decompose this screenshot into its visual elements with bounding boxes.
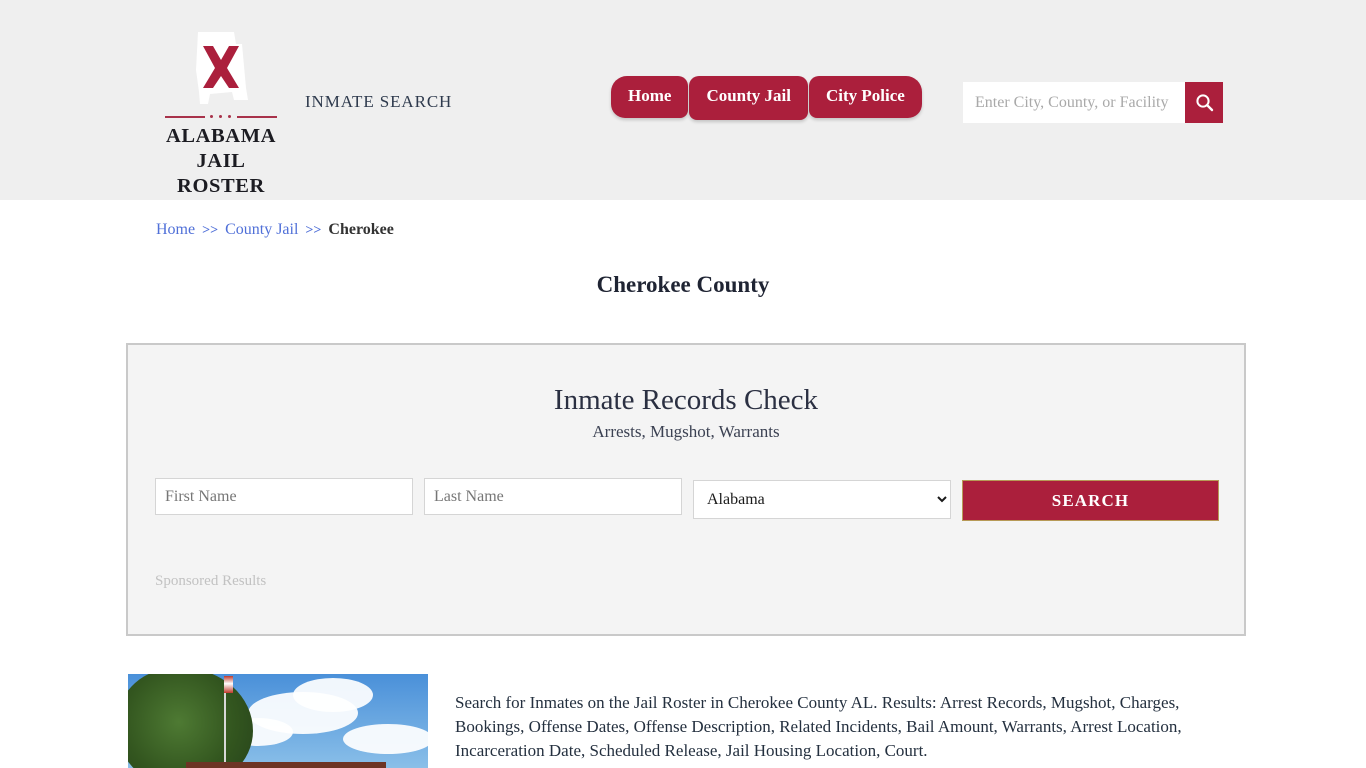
brick-building [186,762,386,768]
breadcrumb-separator-1: >> [202,223,219,238]
page-content: Home >> County Jail >> Cherokee Cherokee Cou… [123,200,1246,768]
breadcrumb-current: Cherokee [328,221,394,238]
breadcrumb: Home >> County Jail >> Cherokee [123,200,1243,239]
state-select[interactable]: Alabama [693,480,951,519]
first-name-input[interactable] [155,478,413,515]
panel-title: Inmate Records Check [553,384,819,416]
jail-building-photo [128,674,428,768]
inmate-records-check-panel: Inmate Records Check Arrests, Mugshot, W… [126,343,1246,636]
inmate-search-form: Alabama SEARCH [155,478,1244,521]
sponsored-results-label: Sponsored Results [155,573,267,589]
alabama-state-outline-icon [190,30,252,108]
nav-item-county-jail[interactable]: County Jail [689,76,808,120]
search-icon [1195,94,1213,112]
site-header: ALABAMA JAIL ROSTER INMATE SEARCH Home C… [0,0,1366,200]
breadcrumb-link-county-jail[interactable]: County Jail [225,221,298,238]
flag-icon [224,676,233,693]
panel-subtitle: Arrests, Mugshot, Warrants [592,422,780,441]
site-tagline: INMATE SEARCH [305,92,453,111]
header-search-button[interactable] [1185,82,1223,123]
logo-line-2: JAIL ROSTER [177,150,265,197]
logo-divider [165,112,277,122]
logo-line-1: ALABAMA [165,125,277,147]
main-navigation: Home County Jail City Police [611,76,922,120]
county-description-section: Search for Inmates on the Jail Roster in… [126,674,1243,768]
nav-item-city-police[interactable]: City Police [808,76,922,118]
header-search-input[interactable] [963,82,1185,123]
site-logo[interactable]: ALABAMA JAIL ROSTER [156,30,286,199]
county-description-text: Search for Inmates on the Jail Roster in… [455,693,1182,760]
breadcrumb-link-home[interactable]: Home [156,221,195,238]
breadcrumb-separator-2: >> [305,223,322,238]
nav-item-home[interactable]: Home [611,76,689,118]
last-name-input[interactable] [424,478,682,515]
header-search-form [963,82,1223,123]
inmate-search-submit-button[interactable]: SEARCH [962,480,1219,521]
tree-foliage [128,674,253,768]
page-title: Cherokee County [596,272,770,297]
